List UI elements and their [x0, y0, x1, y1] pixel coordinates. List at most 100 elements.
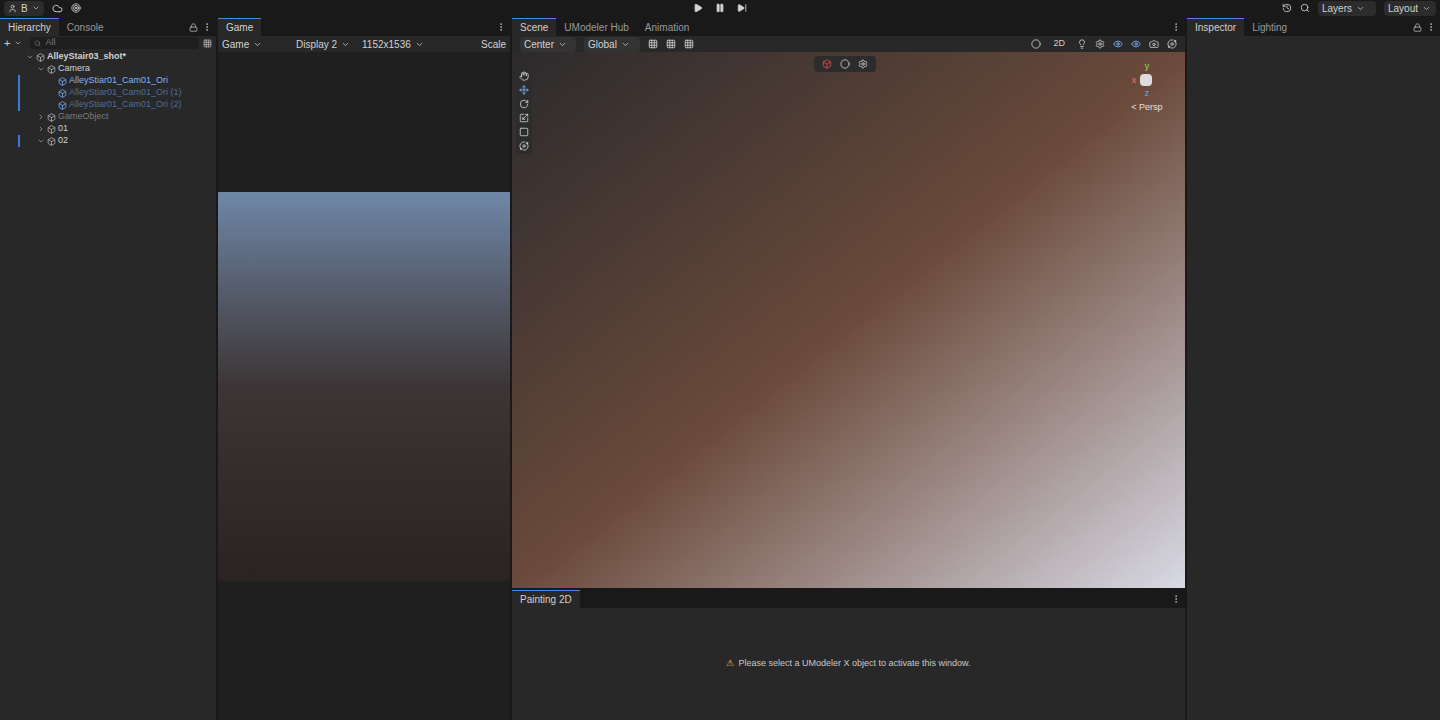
tab-bar: HierarchyConsole — [0, 18, 216, 36]
step-icon[interactable] — [737, 3, 747, 13]
light-icon[interactable] — [1077, 39, 1087, 49]
pause-icon[interactable] — [715, 3, 725, 13]
resolution-dropdown[interactable]: 1152x1536 — [358, 37, 477, 52]
account-button[interactable]: B — [4, 1, 44, 16]
tools-overlay — [516, 68, 532, 154]
search-field[interactable]: All — [30, 37, 199, 49]
unity-editor: B Layers Layout HierarchyConsole + All AlleySt… — [0, 0, 1440, 720]
gameobject-icon — [58, 89, 67, 98]
filter-icon[interactable] — [203, 39, 212, 48]
tab-bar: Game — [218, 18, 510, 36]
panel-tab[interactable]: UModeler Hub — [556, 18, 636, 36]
account-icon — [8, 4, 17, 13]
lock-icon[interactable] — [1413, 23, 1422, 32]
chevron-icon — [415, 40, 424, 49]
play-icon[interactable] — [693, 3, 703, 13]
collapse-icon[interactable] — [37, 125, 45, 133]
orientation-gizmo[interactable]: yxz< Persp — [1117, 60, 1177, 114]
chevron-icon — [1356, 4, 1365, 13]
layout-dropdown[interactable]: Layout — [1384, 1, 1436, 16]
increment-icon[interactable] — [684, 39, 694, 49]
scene-toolbar: Center Global 2D — [512, 36, 1185, 52]
warning-icon: ⚠ — [726, 657, 734, 671]
menu-icon[interactable] — [1171, 22, 1181, 32]
panel-tab[interactable]: Game — [218, 18, 261, 36]
lock-icon[interactable] — [189, 23, 198, 32]
hierarchy-item[interactable]: AlleyStiar01_Cam01_Ori — [0, 75, 216, 87]
panel-tab[interactable]: Hierarchy — [0, 18, 59, 36]
gameobject-icon — [47, 113, 56, 122]
history-icon[interactable] — [1282, 3, 1292, 13]
2d-toggle[interactable]: 2D — [1049, 37, 1069, 51]
layers-dropdown[interactable]: Layers — [1318, 1, 1376, 16]
menu-icon[interactable] — [202, 22, 212, 32]
scale-tool-icon[interactable] — [519, 113, 529, 123]
expand-icon[interactable] — [37, 137, 45, 145]
hand-tool-icon[interactable] — [519, 71, 529, 81]
game-panel: GameGameDisplay 21152x1536Scale — [218, 18, 510, 720]
gameobject-icon — [58, 101, 67, 110]
gameobject-icon — [47, 65, 56, 74]
fx-icon[interactable] — [1113, 39, 1123, 49]
search-icon — [34, 40, 41, 47]
panel-tab[interactable]: Scene — [512, 18, 556, 36]
panel-tab[interactable]: Painting 2D — [512, 590, 580, 608]
chevron-icon — [1422, 4, 1431, 13]
menu-icon[interactable] — [1171, 594, 1181, 604]
gizmo-cube — [1140, 74, 1152, 86]
collab-icon[interactable] — [71, 3, 81, 13]
expand-icon[interactable] — [26, 53, 34, 61]
search-icon[interactable] — [1300, 3, 1310, 13]
hierarchy-panel: HierarchyConsole + All AlleyStair03_shot*Ca… — [0, 18, 216, 720]
chevron-icon — [253, 40, 262, 49]
hierarchy-item[interactable]: AlleyStiar01_Cam01_Ori (1) — [0, 87, 216, 99]
hierarchy-item[interactable]: 01 — [0, 123, 216, 135]
game-view — [218, 52, 510, 720]
panel-tab[interactable]: Console — [59, 18, 112, 36]
panel-tab[interactable]: Inspector — [1187, 18, 1244, 36]
cloud-icon[interactable] — [52, 3, 63, 14]
hierarchy-item[interactable]: GameObject — [0, 111, 216, 123]
space-dropdown[interactable]: Global — [584, 37, 640, 52]
material-icon[interactable] — [840, 59, 850, 69]
chevron-icon — [621, 40, 630, 49]
menu-icon[interactable] — [1426, 22, 1436, 32]
view-dropdown[interactable]: Game — [218, 37, 288, 52]
audio-icon[interactable] — [1095, 39, 1105, 49]
visibility-icon[interactable] — [1131, 39, 1141, 49]
hierarchy-item[interactable]: 02 — [0, 135, 216, 147]
chevron-icon — [341, 40, 350, 49]
collapse-icon[interactable] — [37, 113, 45, 121]
inspector-panel: InspectorLighting — [1187, 18, 1440, 720]
camera-icon[interactable] — [1149, 39, 1159, 49]
settings-icon[interactable] — [858, 59, 868, 69]
menu-icon[interactable] — [496, 22, 506, 32]
panel-tab[interactable]: Lighting — [1244, 18, 1295, 36]
expand-icon[interactable] — [37, 65, 45, 73]
hierarchy-item[interactable]: Camera — [0, 63, 216, 75]
hierarchy-item[interactable]: AlleyStair03_shot* — [0, 51, 216, 63]
projection-label[interactable]: < Persp — [1131, 101, 1162, 115]
chevron-icon — [558, 40, 567, 49]
painting-message: Please select a UModeler X object to act… — [738, 657, 970, 671]
shading-icon[interactable] — [1031, 39, 1041, 49]
panel-tab[interactable]: Animation — [637, 18, 697, 36]
gizmos-icon[interactable] — [1167, 39, 1177, 49]
chevron-icon — [32, 4, 40, 12]
rotate-tool-icon[interactable] — [519, 99, 529, 109]
snap-icon[interactable] — [666, 39, 676, 49]
main-toolbar: B Layers Layout — [0, 0, 1440, 16]
scene-view: yxz< Persp — [512, 52, 1185, 588]
gameobject-icon — [58, 77, 67, 86]
game-render — [218, 192, 510, 581]
grid-icon[interactable] — [648, 39, 658, 49]
add-button[interactable]: + — [4, 38, 10, 49]
rect-tool-icon[interactable] — [519, 127, 529, 137]
transform-tool-icon[interactable] — [519, 141, 529, 151]
move-tool-icon[interactable] — [519, 85, 529, 95]
umodeler-icon[interactable] — [822, 59, 832, 69]
hierarchy-item[interactable]: AlleyStiar01_Cam01_Ori (2) — [0, 99, 216, 111]
display-dropdown[interactable]: Display 2 — [292, 37, 354, 52]
pivot-dropdown[interactable]: Center — [520, 37, 576, 52]
game-toolbar: GameDisplay 21152x1536Scale — [218, 36, 510, 52]
